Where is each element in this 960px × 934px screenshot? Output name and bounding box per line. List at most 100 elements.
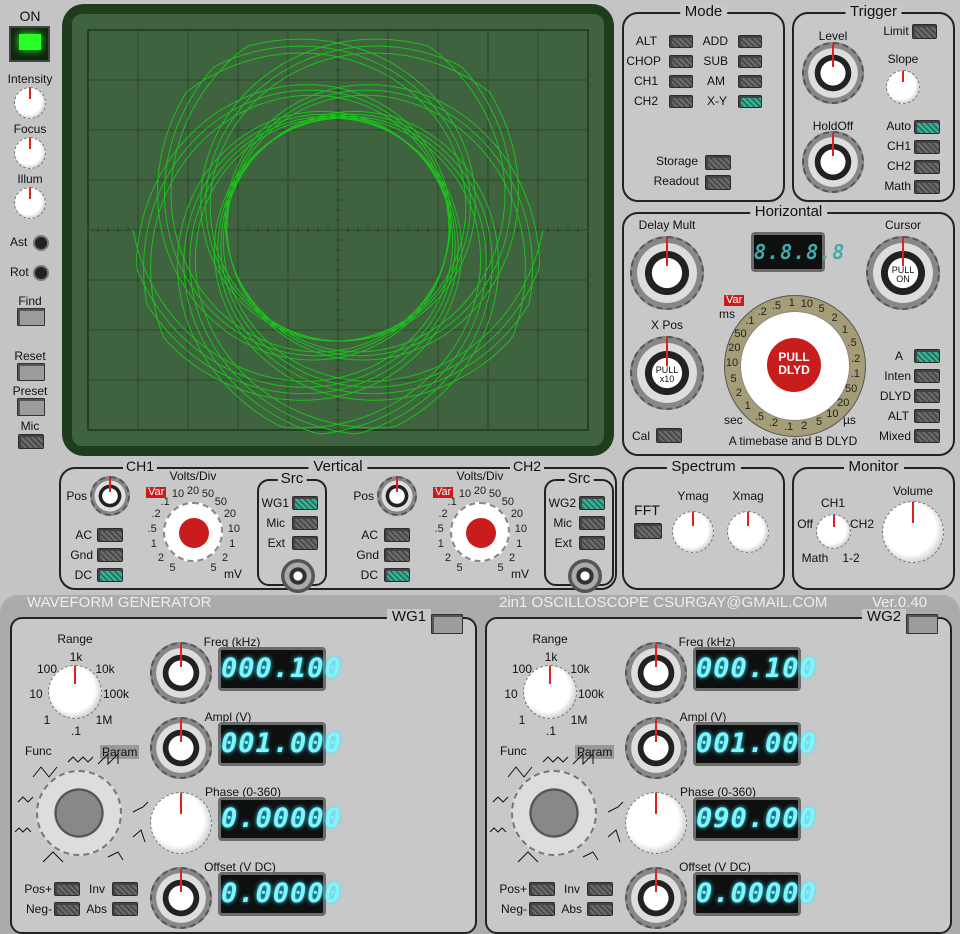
pulse-wave-icon: [607, 829, 621, 843]
wg1-abs-label: Abs: [86, 902, 107, 916]
mic-switch[interactable]: [18, 434, 44, 449]
trigger-ch1-switch[interactable]: [914, 140, 940, 154]
dial-number: 20: [510, 508, 524, 521]
ch1-gnd-switch[interactable]: [97, 548, 123, 562]
holdoff-knob[interactable]: [802, 131, 864, 193]
cal-switch[interactable]: [656, 428, 682, 443]
square-wave-icon: [492, 796, 509, 803]
wg1-pos-switch[interactable]: [54, 882, 80, 896]
ch1-dc-switch[interactable]: [97, 568, 123, 582]
ch2-dc-switch[interactable]: [384, 568, 410, 582]
intensity-knob[interactable]: [14, 87, 46, 119]
xmag-knob[interactable]: [727, 511, 769, 553]
wg1-neg-label: Neg-: [25, 902, 52, 916]
trigger-ch2-switch[interactable]: [914, 160, 940, 174]
mode-xy-switch[interactable]: [738, 95, 762, 108]
pull-dlyd-knob[interactable]: PULL DLYD: [767, 338, 821, 392]
ch2-pos-knob[interactable]: [377, 476, 417, 516]
wg2-inv-label: Inv: [563, 882, 580, 896]
ch2-src-wg2-switch[interactable]: [579, 496, 605, 510]
wg2-ampl-display: 001.000: [693, 722, 816, 766]
ch1-volts-div-knob[interactable]: [163, 502, 223, 562]
storage-switch[interactable]: [705, 155, 731, 170]
wg1-offset-knob[interactable]: [150, 867, 212, 929]
wg1-abs-switch[interactable]: [112, 902, 138, 916]
ch2-dc-label: DC: [360, 568, 378, 582]
ch1-src-wg1-switch[interactable]: [292, 496, 318, 510]
wg1-freq-knob[interactable]: [150, 642, 212, 704]
wg2-abs-switch[interactable]: [587, 902, 613, 916]
horiz-alt-switch[interactable]: [914, 409, 940, 423]
wg2-pos-switch[interactable]: [529, 882, 555, 896]
mode-chop-switch[interactable]: [669, 55, 693, 68]
wg2-neg-switch[interactable]: [529, 902, 555, 916]
reset-button[interactable]: [17, 363, 45, 381]
wg1-ampl-knob[interactable]: [150, 717, 212, 779]
find-button[interactable]: [17, 308, 45, 326]
horiz-dlyd-switch[interactable]: [914, 389, 940, 403]
ch2-volts-div-label: Volts/Div: [456, 469, 504, 483]
mode-add-switch[interactable]: [738, 35, 762, 48]
wg1-phase-knob[interactable]: [150, 792, 212, 854]
readout-switch[interactable]: [705, 175, 731, 190]
cursor-knob[interactable]: PULL ON: [866, 236, 940, 310]
trigger-limit-switch[interactable]: [912, 24, 937, 39]
wg1-pos-label: Pos+: [24, 882, 52, 896]
dial-number: 10: [800, 298, 813, 311]
illum-knob[interactable]: [14, 187, 46, 219]
wg2-enable-button[interactable]: [906, 614, 938, 634]
mode-ch1-switch[interactable]: [669, 75, 693, 88]
wg2-inv-switch[interactable]: [587, 882, 613, 896]
horiz-a-switch[interactable]: [914, 349, 940, 363]
rot-knob[interactable]: [33, 265, 49, 281]
wg2-freq-knob[interactable]: [625, 642, 687, 704]
trigger-level-label: Level: [818, 29, 848, 43]
trigger-math-switch[interactable]: [914, 180, 940, 194]
ch1-src-mic-switch[interactable]: [292, 516, 318, 530]
wg1-enable-button[interactable]: [431, 614, 463, 634]
ast-knob[interactable]: [33, 235, 49, 251]
trigger-ch1-label: CH1: [886, 139, 911, 153]
mode-am-label: AM: [707, 74, 725, 88]
wg1-range-1: 1: [43, 713, 51, 727]
wg2-phase-knob[interactable]: [625, 792, 687, 854]
wg1-inv-switch[interactable]: [112, 882, 138, 896]
ch1-pos-knob[interactable]: [90, 476, 130, 516]
dial-number: 10: [458, 487, 472, 500]
fft-switch[interactable]: [634, 523, 662, 539]
ch2-ac-switch[interactable]: [384, 528, 410, 542]
ch1-ac-switch[interactable]: [97, 528, 123, 542]
horiz-inten-switch[interactable]: [914, 369, 940, 383]
ch2-volts-div-knob[interactable]: [450, 502, 510, 562]
trigger-slope-knob[interactable]: [886, 70, 920, 104]
wg2-ampl-knob[interactable]: [625, 717, 687, 779]
dial-number: .1: [745, 315, 755, 328]
mode-sub-switch[interactable]: [738, 55, 762, 68]
power-button[interactable]: [9, 26, 50, 62]
mode-am-switch[interactable]: [738, 75, 762, 88]
delay-mult-knob[interactable]: [630, 236, 704, 310]
mode-ch2-switch[interactable]: [669, 95, 693, 108]
horiz-mixed-switch[interactable]: [914, 429, 940, 443]
wg2-offset-knob[interactable]: [625, 867, 687, 929]
monitor-1-2-label: 1-2: [842, 551, 860, 565]
focus-knob[interactable]: [14, 137, 46, 169]
preset-button[interactable]: [17, 398, 45, 416]
volume-knob[interactable]: [882, 501, 944, 563]
ymag-knob[interactable]: [672, 511, 714, 553]
wg1-neg-switch[interactable]: [54, 902, 80, 916]
ch1-src-ext-switch[interactable]: [292, 536, 318, 550]
trigger-level-knob[interactable]: [802, 42, 864, 104]
ch2-gnd-switch[interactable]: [384, 548, 410, 562]
wg2-waveform-icons: [489, 752, 624, 863]
xpos-knob[interactable]: PULL x10: [630, 336, 704, 410]
xpos-label: X Pos: [650, 318, 684, 332]
dial-number: 10: [227, 522, 240, 535]
ch2-title: CH2: [509, 459, 545, 473]
ch2-src-ext-switch[interactable]: [579, 536, 605, 550]
illum-label: Illum: [17, 172, 43, 186]
trigger-auto-switch[interactable]: [914, 120, 940, 134]
monitor-source-knob[interactable]: [816, 514, 851, 549]
ch2-src-mic-switch[interactable]: [579, 516, 605, 530]
mode-alt-switch[interactable]: [669, 35, 693, 48]
